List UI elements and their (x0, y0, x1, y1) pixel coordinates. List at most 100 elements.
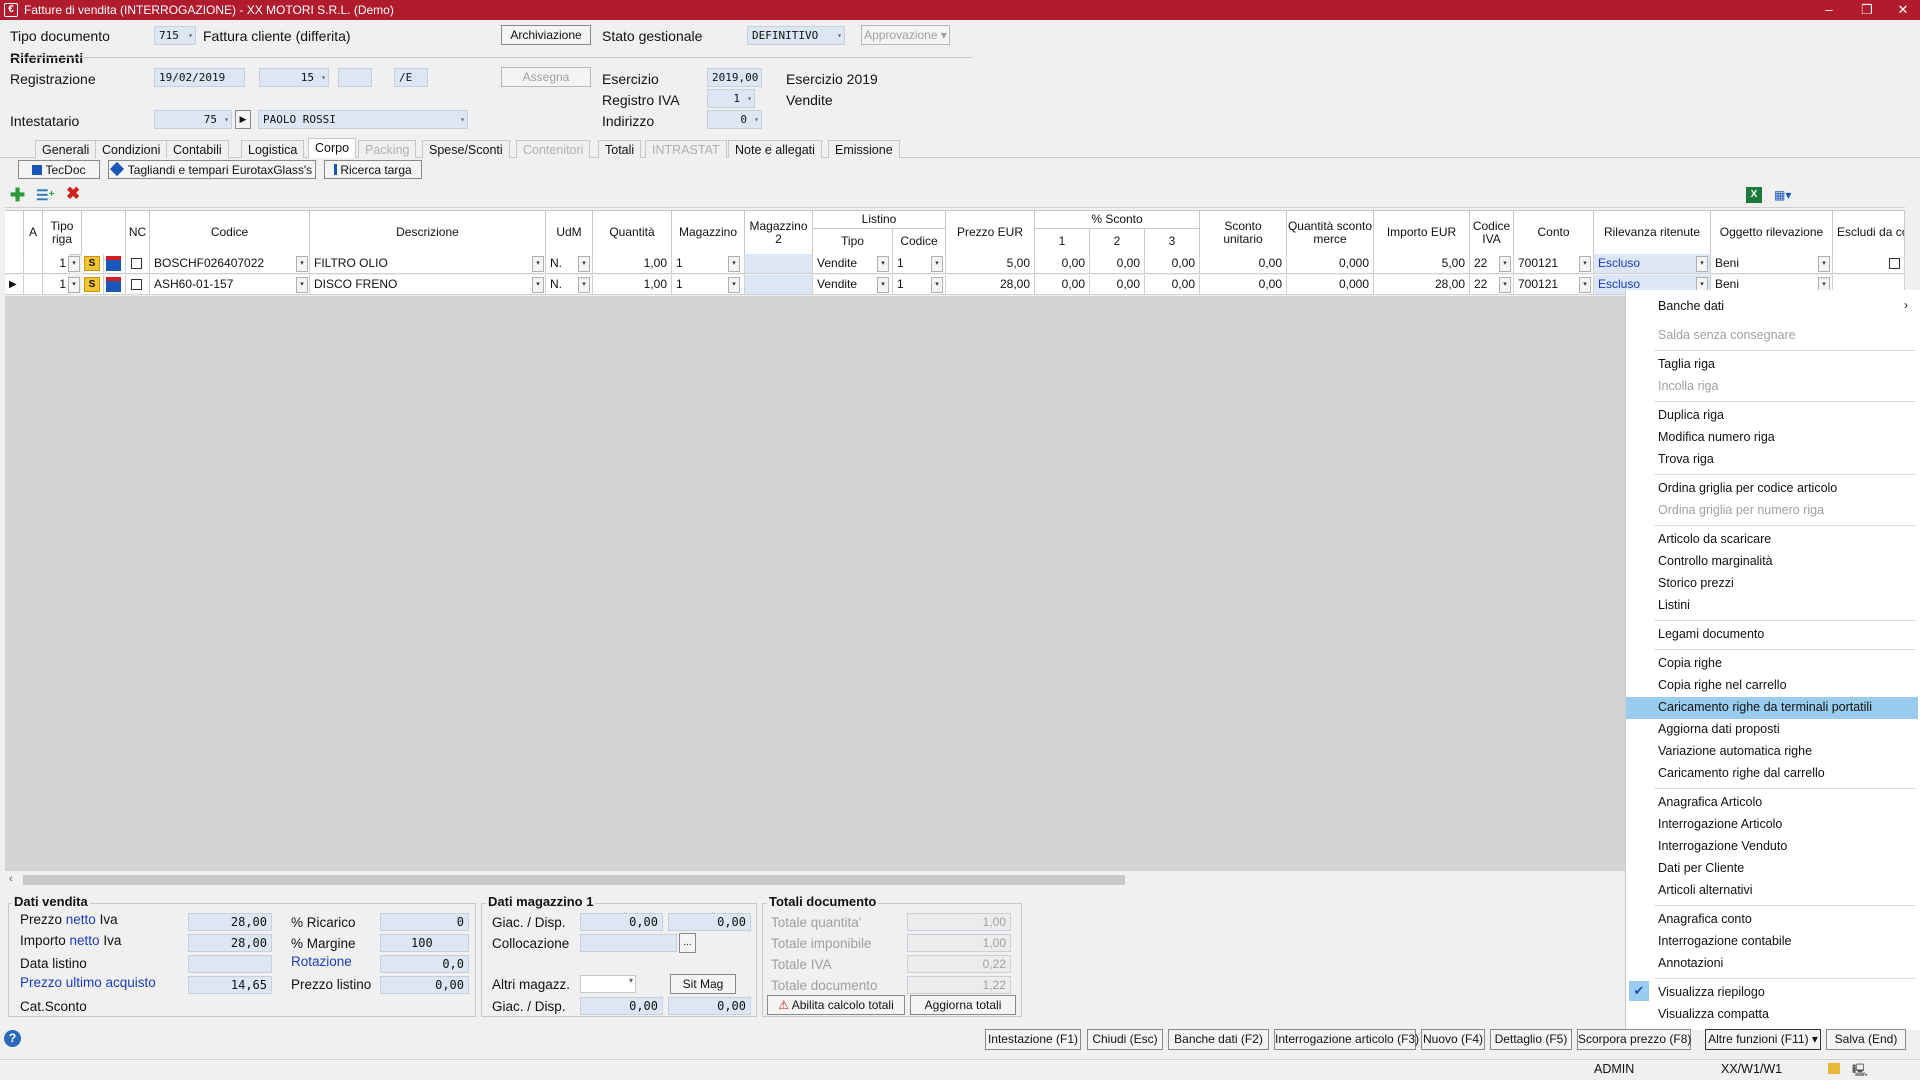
escludi-checkbox[interactable] (1889, 258, 1900, 269)
tab-contenitori[interactable]: Contenitori (516, 140, 591, 158)
tab-spese-sconti[interactable]: Spese/Sconti (422, 140, 510, 158)
ricarico-field[interactable]: 0 (380, 913, 469, 931)
listino-tipo-dropdown[interactable]: ▾ (877, 256, 889, 272)
col-magazzino2[interactable]: Magazzino 2 (745, 211, 813, 255)
col-rilevanza-ritenute[interactable]: Rilevanza ritenute (1594, 211, 1711, 255)
codice-iva-dropdown[interactable]: ▾ (1499, 256, 1511, 272)
tab-note-allegati[interactable]: Note e allegati (728, 140, 822, 158)
prezzo-listino-field[interactable]: 0,00 (380, 976, 469, 994)
menu-item-duplica-riga[interactable]: Duplica riga (1658, 408, 1724, 422)
menu-item-caricamento-carrello[interactable]: Caricamento righe dal carrello (1658, 766, 1825, 780)
rotazione-label[interactable]: Rotazione (291, 954, 352, 969)
col-udm[interactable]: UdM (546, 211, 593, 255)
collocazione-browse-button[interactable]: ... (679, 933, 696, 953)
close-button[interactable]: ✕ (1888, 1, 1918, 19)
intestazione-button[interactable]: Intestazione (F1) (985, 1029, 1081, 1050)
cell-sconto1[interactable]: 0,00 (1035, 254, 1090, 274)
menu-item-salda-senza-consegnare[interactable]: Salda senza consegnare (1658, 328, 1796, 342)
assegna-button[interactable]: Assegna (501, 67, 591, 87)
cell-magazzino2[interactable] (745, 275, 813, 295)
menu-item-articolo-da-scaricare[interactable]: Articolo da scaricare (1658, 532, 1771, 546)
cell-prezzo[interactable]: 5,00 (946, 254, 1035, 274)
excel-icon[interactable]: X (1746, 187, 1762, 203)
collocazione-field[interactable] (580, 934, 677, 952)
col-sconto3[interactable]: 3 (1145, 229, 1200, 255)
menu-item-interrogazione-venduto[interactable]: Interrogazione Venduto (1658, 839, 1787, 853)
cell-codice[interactable]: BOSCHF026407022 (150, 254, 310, 274)
dettaglio-button[interactable]: Dettaglio (F5) (1490, 1029, 1572, 1050)
col-oggetto-rilevazione[interactable]: Oggetto rilevazione (1711, 211, 1833, 255)
col-tipo-riga[interactable]: Tipo riga (43, 211, 82, 255)
conto-dropdown[interactable]: ▾ (1579, 256, 1591, 272)
tagliandi-button[interactable]: Tagliandi e tempari EurotaxGlass's (108, 160, 316, 179)
menu-item-visualizza-riepilogo[interactable]: Visualizza riepilogo (1658, 985, 1765, 999)
registrazione-suffix-field[interactable]: /E (394, 68, 428, 87)
tab-corpo[interactable]: Corpo (308, 138, 357, 158)
cell-sconto3[interactable]: 0,00 (1145, 254, 1200, 274)
menu-item-incolla-riga[interactable]: Incolla riga (1658, 379, 1718, 393)
descrizione-dropdown[interactable]: ▾ (532, 277, 544, 293)
aggiorna-totali-button[interactable]: Aggiorna totali (910, 995, 1016, 1015)
chiudi-button[interactable]: Chiudi (Esc) (1087, 1029, 1163, 1050)
cell-qta-sconto[interactable]: 0,000 (1287, 275, 1374, 295)
menu-item-interrogazione-articolo[interactable]: Interrogazione Articolo (1658, 817, 1782, 831)
udm-dropdown[interactable]: ▾ (578, 277, 590, 293)
altri-magazzini-select[interactable]: ▾ (580, 975, 636, 993)
menu-item-ordina-codice-articolo[interactable]: Ordina griglia per codice articolo (1658, 481, 1837, 495)
menu-item-variazione-automatica[interactable]: Variazione automatica righe (1658, 744, 1812, 758)
s-status-icon[interactable]: S (84, 256, 100, 271)
cell-sconto3[interactable]: 0,00 (1145, 275, 1200, 295)
insert-row-icon[interactable]: ☰+ (36, 186, 54, 204)
menu-item-anagrafica-articolo[interactable]: Anagrafica Articolo (1658, 795, 1762, 809)
s-status-icon[interactable]: S (84, 277, 100, 292)
scorpora-prezzo-button[interactable]: Scorpora prezzo (F8) (1577, 1029, 1691, 1050)
cell-oggetto[interactable]: Beni (1711, 254, 1833, 274)
nc-checkbox[interactable] (131, 279, 142, 290)
cell-descrizione[interactable]: DISCO FRENO (310, 275, 546, 295)
descrizione-dropdown[interactable]: ▾ (532, 256, 544, 272)
margine-field[interactable]: 100 (380, 934, 469, 952)
magazzino-dropdown[interactable]: ▾ (728, 277, 740, 293)
col-codice-iva[interactable]: Codice IVA (1470, 211, 1514, 255)
codice-iva-dropdown[interactable]: ▾ (1499, 277, 1511, 293)
menu-item-modifica-numero-riga[interactable]: Modifica numero riga (1658, 430, 1775, 444)
col-nc[interactable]: NC (126, 211, 150, 255)
tipo-riga-dropdown[interactable]: ▾ (68, 277, 80, 293)
abilita-calcolo-totali-button[interactable]: ⚠ Abilita calcolo totali (767, 995, 905, 1015)
importo-netto-field[interactable]: 28,00 (188, 934, 272, 952)
menu-item-copia-righe[interactable]: Copia righe (1658, 656, 1722, 670)
intestatario-code-field[interactable]: 75 ▾ (154, 110, 232, 129)
magazzino-dropdown[interactable]: ▾ (728, 256, 740, 272)
menu-item-ordina-numero-riga[interactable]: Ordina griglia per numero riga (1658, 503, 1824, 517)
menu-item-storico-prezzi[interactable]: Storico prezzi (1658, 576, 1734, 590)
menu-item-banche-dati[interactable]: Banche dati (1658, 299, 1724, 313)
cell-prezzo[interactable]: 28,00 (946, 275, 1035, 295)
giacenza-2-field[interactable]: 0,00 (580, 997, 663, 1015)
nc-checkbox[interactable] (131, 258, 142, 269)
help-icon[interactable]: ? (4, 1030, 21, 1047)
col-sconto1[interactable]: 1 (1035, 229, 1090, 255)
tab-totali[interactable]: Totali (598, 140, 642, 158)
tab-logistica[interactable]: Logistica (241, 140, 305, 158)
delete-row-icon[interactable]: ✖ (66, 185, 80, 203)
rilevanza-dropdown[interactable]: ▾ (1696, 256, 1708, 272)
registrazione-date-field[interactable]: 19/02/2019 (154, 68, 245, 87)
cell-importo[interactable]: 28,00 (1374, 275, 1470, 295)
col-listino-codice[interactable]: Codice (893, 229, 946, 255)
indirizzo-field[interactable]: 0 ▾ (707, 110, 762, 129)
giacenza-field[interactable]: 0,00 (580, 913, 663, 931)
cell-quantita[interactable]: 1,00 (593, 254, 672, 274)
interrogazione-articolo-button[interactable]: Interrogazione articolo (F3) (1274, 1029, 1419, 1050)
disponibilita-field[interactable]: 0,00 (668, 913, 751, 931)
menu-item-anagrafica-conto[interactable]: Anagrafica conto (1658, 912, 1752, 926)
registro-iva-field[interactable]: 1 ▾ (707, 89, 755, 108)
listino-codice-dropdown[interactable]: ▾ (931, 277, 943, 293)
esercizio-field[interactable]: 2019,00 (707, 68, 762, 87)
add-row-icon[interactable]: ✚ (10, 186, 25, 204)
col-conto[interactable]: Conto (1514, 211, 1594, 255)
col-prezzo[interactable]: Prezzo EUR (946, 211, 1035, 255)
horizontal-scrollbar[interactable]: ‹ (5, 870, 1625, 888)
udm-dropdown[interactable]: ▾ (578, 256, 590, 272)
col-sconto-unitario[interactable]: Sconto unitario (1200, 211, 1287, 255)
codice-dropdown[interactable]: ▾ (296, 277, 308, 293)
